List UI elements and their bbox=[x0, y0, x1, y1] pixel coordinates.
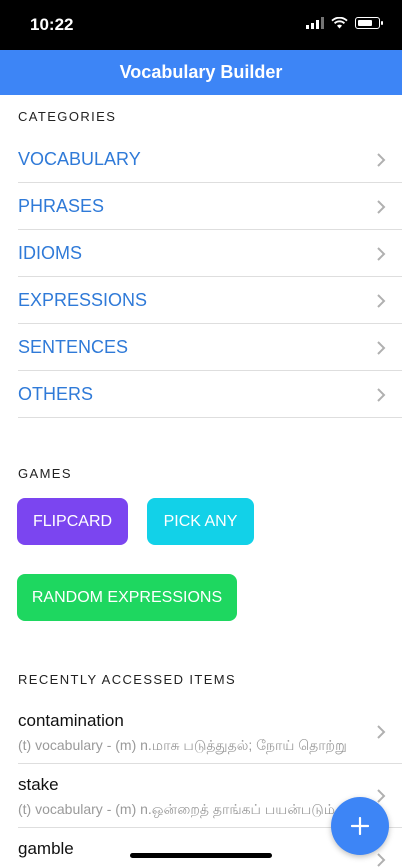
chevron-right-icon bbox=[377, 246, 386, 261]
flipcard-button[interactable]: FLIPCARD bbox=[17, 498, 128, 545]
category-label: VOCABULARY bbox=[18, 149, 141, 169]
chevron-right-icon bbox=[377, 387, 386, 402]
categories-list: VOCABULARY PHRASES IDIOMS EXPRESSIONS SE… bbox=[0, 136, 402, 418]
category-label: OTHERS bbox=[18, 384, 94, 404]
category-vocabulary[interactable]: VOCABULARY bbox=[0, 136, 402, 183]
signal-icon bbox=[306, 17, 324, 29]
page-title: Vocabulary Builder bbox=[119, 62, 283, 82]
status-time: 10:22 bbox=[30, 15, 74, 34]
chevron-right-icon bbox=[377, 853, 386, 867]
add-item-button[interactable] bbox=[331, 797, 389, 855]
categories-header: CATEGORIES bbox=[18, 109, 117, 124]
category-label: PHRASES bbox=[18, 196, 105, 216]
status-icons bbox=[306, 17, 383, 29]
chevron-right-icon bbox=[377, 293, 386, 308]
category-label: IDIOMS bbox=[18, 243, 83, 263]
category-idioms[interactable]: IDIOMS bbox=[0, 230, 402, 277]
chevron-right-icon bbox=[377, 340, 386, 355]
chevron-right-icon bbox=[377, 152, 386, 167]
plus-icon bbox=[351, 817, 369, 835]
chevron-right-icon bbox=[377, 789, 386, 803]
category-phrases[interactable]: PHRASES bbox=[0, 183, 402, 230]
category-label: SENTENCES bbox=[18, 337, 129, 357]
category-expressions[interactable]: EXPRESSIONS bbox=[0, 277, 402, 324]
recent-item-subtitle: (t) vocabulary - (m) n.ஒன்றைத் தாங்கப் ப… bbox=[18, 801, 358, 817]
category-others[interactable]: OTHERS bbox=[0, 371, 402, 418]
battery-fill bbox=[357, 19, 372, 26]
recent-item-title: stake bbox=[18, 775, 59, 794]
battery-icon bbox=[355, 17, 383, 29]
wifi-icon bbox=[331, 17, 348, 29]
category-sentences[interactable]: SENTENCES bbox=[0, 324, 402, 371]
home-indicator bbox=[130, 853, 272, 858]
nav-bar: Vocabulary Builder bbox=[0, 50, 402, 95]
recent-item-contamination[interactable]: contamination (t) vocabulary - (m) n.மாச… bbox=[0, 700, 402, 764]
chevron-right-icon bbox=[377, 199, 386, 214]
status-bar: 10:22 bbox=[0, 0, 402, 50]
recent-item-subtitle: (t) vocabulary - (m) n.மாசு படுத்துதல்; … bbox=[18, 737, 347, 753]
chevron-right-icon bbox=[377, 725, 386, 739]
recent-header: RECENTLY ACCESSED ITEMS bbox=[18, 672, 237, 687]
recent-item-title: gamble bbox=[18, 839, 74, 858]
pick-any-button[interactable]: PICK ANY bbox=[147, 498, 254, 545]
random-expressions-button[interactable]: RANDOM EXPRESSIONS bbox=[17, 574, 237, 621]
games-header: GAMES bbox=[18, 466, 72, 481]
category-label: EXPRESSIONS bbox=[18, 290, 148, 310]
recent-item-title: contamination bbox=[18, 711, 124, 730]
